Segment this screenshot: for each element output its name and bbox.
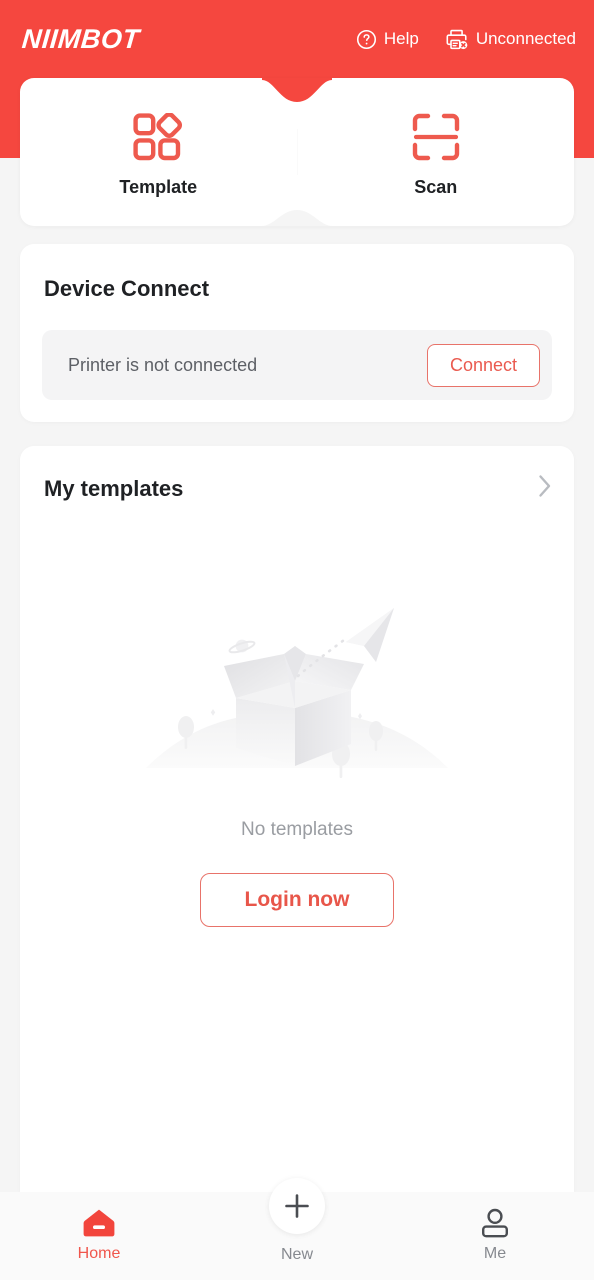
home-icon [82,1208,116,1238]
nav-item-me-label: Me [483,1245,507,1262]
new-label-fab-button[interactable] [269,1178,325,1234]
header-actions: Help Unconnected [356,28,576,51]
chevron-right-icon[interactable] [538,474,552,503]
question-circle-icon [356,29,377,50]
device-connect-row: Printer is not connected Connect [42,330,552,400]
device-connect-title: Device Connect [44,276,210,301]
templates-empty-state: No templates Login now [20,596,574,927]
my-templates-title: My templates [44,475,184,501]
help-label: Help [383,29,419,48]
nav-item-new-label: New [280,1246,314,1263]
scan-frame-icon [412,113,460,161]
my-templates-header[interactable]: My templates [44,474,552,503]
template-grid-icon [133,112,183,161]
app-logo: NIIMBOT [20,23,141,54]
nav-item-home[interactable]: Home [0,1192,198,1280]
printer-disconnected-icon [445,28,469,51]
nav-item-me[interactable]: Me [396,1192,594,1280]
connection-status-label: Unconnected [475,29,576,48]
connect-button[interactable]: Connect [426,343,540,387]
my-templates-card: My templates No templates Login now [20,446,574,1192]
quick-actions-tabs: Template Scan [20,78,574,226]
connection-status-button[interactable]: Unconnected [445,28,576,51]
empty-box-paperplane-illustration [132,596,462,811]
tab-scan[interactable]: Scan [298,78,575,226]
person-icon [479,1208,511,1238]
printer-status-text: Printer is not connected [68,354,258,375]
tab-scan-label: Scan [414,176,458,197]
device-connect-card: Device Connect Printer is not connected … [20,244,574,422]
app-header: NIIMBOT Help Unconnected [0,0,594,78]
help-button[interactable]: Help [356,29,419,50]
tab-template-label: Template [119,176,198,197]
tab-template[interactable]: Template [20,78,297,226]
login-now-button[interactable]: Login now [199,873,395,927]
app-screen: NIIMBOT Help Unconnected Template Scan D… [0,0,594,1280]
empty-state-text: No templates [241,819,353,840]
plus-icon [282,1191,312,1221]
quick-actions-card: Template Scan [20,78,574,226]
nav-item-home-label: Home [77,1245,121,1262]
